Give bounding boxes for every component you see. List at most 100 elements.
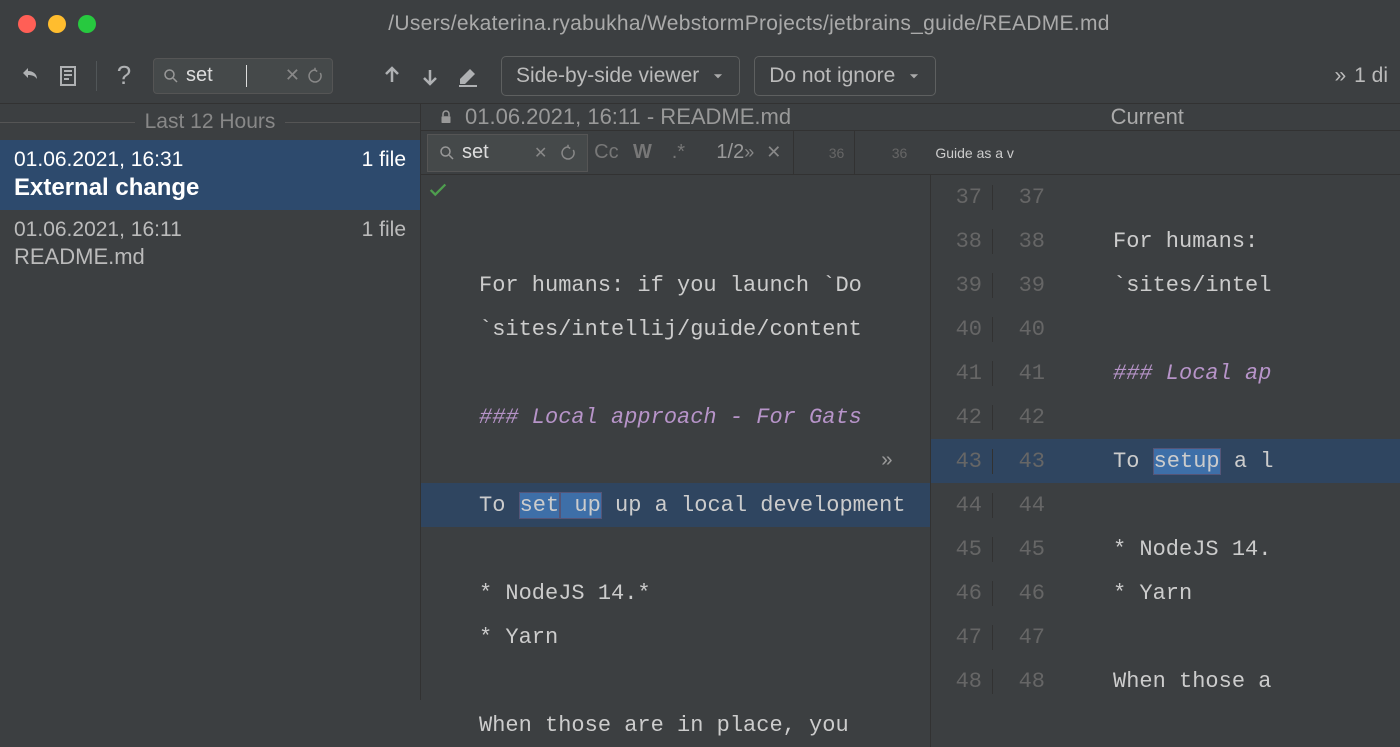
line-number: 37 bbox=[993, 185, 1055, 210]
regex-toggle[interactable]: .* bbox=[660, 141, 696, 164]
lock-icon bbox=[437, 108, 455, 126]
line-number: 48 bbox=[993, 669, 1055, 694]
code-line[interactable]: When those are in place, you bbox=[421, 703, 930, 747]
code-line[interactable] bbox=[1055, 615, 1400, 659]
undo-button[interactable] bbox=[12, 57, 50, 95]
history-group-header: Last 12 Hours bbox=[0, 104, 420, 140]
line-number: 40 bbox=[931, 317, 993, 342]
code-line[interactable] bbox=[421, 659, 930, 703]
match-count-label: 1/2 bbox=[716, 141, 744, 164]
code-line[interactable]: To setup a l bbox=[1055, 439, 1400, 483]
line-number: 44 bbox=[993, 493, 1055, 518]
search-history-icon[interactable] bbox=[306, 67, 324, 85]
ignore-mode-dropdown[interactable]: Do not ignore bbox=[754, 56, 936, 96]
line-gutters: 373738383939404041414242»434344444545464… bbox=[931, 175, 1055, 747]
diff-search-input[interactable] bbox=[462, 141, 522, 164]
close-window-button[interactable] bbox=[18, 15, 36, 33]
chevron-down-icon bbox=[711, 69, 725, 83]
help-button[interactable]: ? bbox=[105, 57, 143, 95]
edit-button[interactable] bbox=[449, 57, 487, 95]
diff-viewer: 01.06.2021, 16:11 - README.md Current ✕ … bbox=[421, 104, 1400, 700]
code-line[interactable]: ### Local ap bbox=[1055, 351, 1400, 395]
diff-right-pane[interactable]: For humans: `sites/intel ### Local ap To s… bbox=[1055, 175, 1400, 747]
maximize-window-button[interactable] bbox=[78, 15, 96, 33]
line-number: 43 bbox=[931, 449, 993, 474]
diff-find-bar: ✕ Cc W .* 1/2 » ✕ 36 36 Guide as a v bbox=[421, 131, 1400, 175]
main-toolbar: ? ✕ Side-by-side viewer Do not ignore » … bbox=[0, 48, 1400, 104]
line-number: 46 bbox=[993, 581, 1055, 606]
window-title: /Users/ekaterina.ryabukha/WebstormProjec… bbox=[116, 12, 1382, 36]
code-line[interactable]: * NodeJS 14. bbox=[1055, 527, 1400, 571]
traffic-lights bbox=[18, 15, 96, 33]
code-line[interactable]: When those a bbox=[1055, 659, 1400, 703]
clear-search-icon[interactable]: ✕ bbox=[285, 65, 300, 86]
code-line[interactable] bbox=[421, 175, 930, 219]
chevron-down-icon bbox=[907, 69, 921, 83]
clear-search-icon[interactable]: ✕ bbox=[534, 143, 547, 163]
match-case-toggle[interactable]: Cc bbox=[588, 141, 624, 164]
line-number: 45 bbox=[931, 537, 993, 562]
code-line[interactable]: * Yarn bbox=[421, 615, 930, 659]
next-diff-button[interactable] bbox=[411, 57, 449, 95]
line-number: 48 bbox=[931, 669, 993, 694]
overflow-chevron-icon[interactable]: » bbox=[1334, 64, 1346, 88]
line-number: 43 bbox=[993, 449, 1055, 474]
code-line[interactable]: For humans: bbox=[1055, 219, 1400, 263]
close-find-icon[interactable]: ✕ bbox=[766, 142, 781, 163]
diff-right-title: Current bbox=[911, 104, 1385, 130]
history-search-input[interactable] bbox=[186, 64, 246, 87]
line-number: 39 bbox=[993, 273, 1055, 298]
line-number: 40 bbox=[993, 317, 1055, 342]
search-icon bbox=[162, 67, 180, 85]
line-number: 47 bbox=[931, 625, 993, 650]
line-number: 38 bbox=[993, 229, 1055, 254]
line-number: 41 bbox=[993, 361, 1055, 386]
whole-words-toggle[interactable]: W bbox=[624, 141, 660, 164]
code-line: Guide as a v bbox=[917, 145, 1400, 161]
search-icon bbox=[438, 144, 456, 162]
diff-search-box[interactable]: ✕ bbox=[427, 134, 588, 172]
viewer-mode-dropdown[interactable]: Side-by-side viewer bbox=[501, 56, 740, 96]
minimize-window-button[interactable] bbox=[48, 15, 66, 33]
code-line[interactable]: * NodeJS 14.* bbox=[421, 571, 930, 615]
line-number: 42 bbox=[993, 405, 1055, 430]
line-number: 42 bbox=[931, 405, 993, 430]
gutter-cell: 36 bbox=[855, 131, 917, 175]
code-line[interactable]: To set up up a local development bbox=[421, 483, 930, 527]
diff-left-title: 01.06.2021, 16:11 - README.md bbox=[437, 104, 911, 130]
line-number: 47 bbox=[993, 625, 1055, 650]
search-history-icon[interactable] bbox=[559, 144, 577, 162]
line-number: 45 bbox=[993, 537, 1055, 562]
prev-diff-button[interactable] bbox=[373, 57, 411, 95]
code-line[interactable] bbox=[1055, 483, 1400, 527]
code-line[interactable]: * Yarn bbox=[1055, 571, 1400, 615]
line-number: 37 bbox=[931, 185, 993, 210]
titlebar: /Users/ekaterina.ryabukha/WebstormProjec… bbox=[0, 0, 1400, 48]
line-number: 44 bbox=[931, 493, 993, 518]
history-search-box[interactable]: ✕ bbox=[153, 58, 333, 94]
diff-left-pane[interactable]: For humans: if you launch `Do`sites/inte… bbox=[421, 175, 931, 747]
inspection-ok-icon bbox=[427, 179, 449, 208]
code-line[interactable]: ### Local approach - For Gats bbox=[421, 395, 930, 439]
more-results-icon[interactable]: » bbox=[744, 142, 754, 163]
diff-settings-button[interactable] bbox=[50, 57, 88, 95]
line-number: 38 bbox=[931, 229, 993, 254]
code-line[interactable] bbox=[1055, 307, 1400, 351]
code-line[interactable] bbox=[421, 219, 930, 263]
code-line[interactable] bbox=[1055, 175, 1400, 219]
code-line[interactable] bbox=[1055, 395, 1400, 439]
code-line[interactable] bbox=[421, 439, 930, 483]
history-sidebar: Last 12 Hours 01.06.2021, 16:311 fileExt… bbox=[0, 104, 421, 700]
code-line[interactable] bbox=[421, 527, 930, 571]
diff-count-label: 1 di bbox=[1354, 64, 1388, 88]
gutter-cell: 36 bbox=[793, 131, 855, 175]
line-number: 46 bbox=[931, 581, 993, 606]
code-line[interactable]: For humans: if you launch `Do bbox=[421, 263, 930, 307]
history-item[interactable]: 01.06.2021, 16:311 fileExternal change bbox=[0, 140, 420, 210]
code-line[interactable] bbox=[421, 351, 930, 395]
cursor-indicator bbox=[246, 65, 247, 87]
code-line[interactable]: `sites/intel bbox=[1055, 263, 1400, 307]
line-number: 41 bbox=[931, 361, 993, 386]
history-item[interactable]: 01.06.2021, 16:111 fileREADME.md bbox=[0, 210, 420, 278]
code-line[interactable]: `sites/intellij/guide/content bbox=[421, 307, 930, 351]
